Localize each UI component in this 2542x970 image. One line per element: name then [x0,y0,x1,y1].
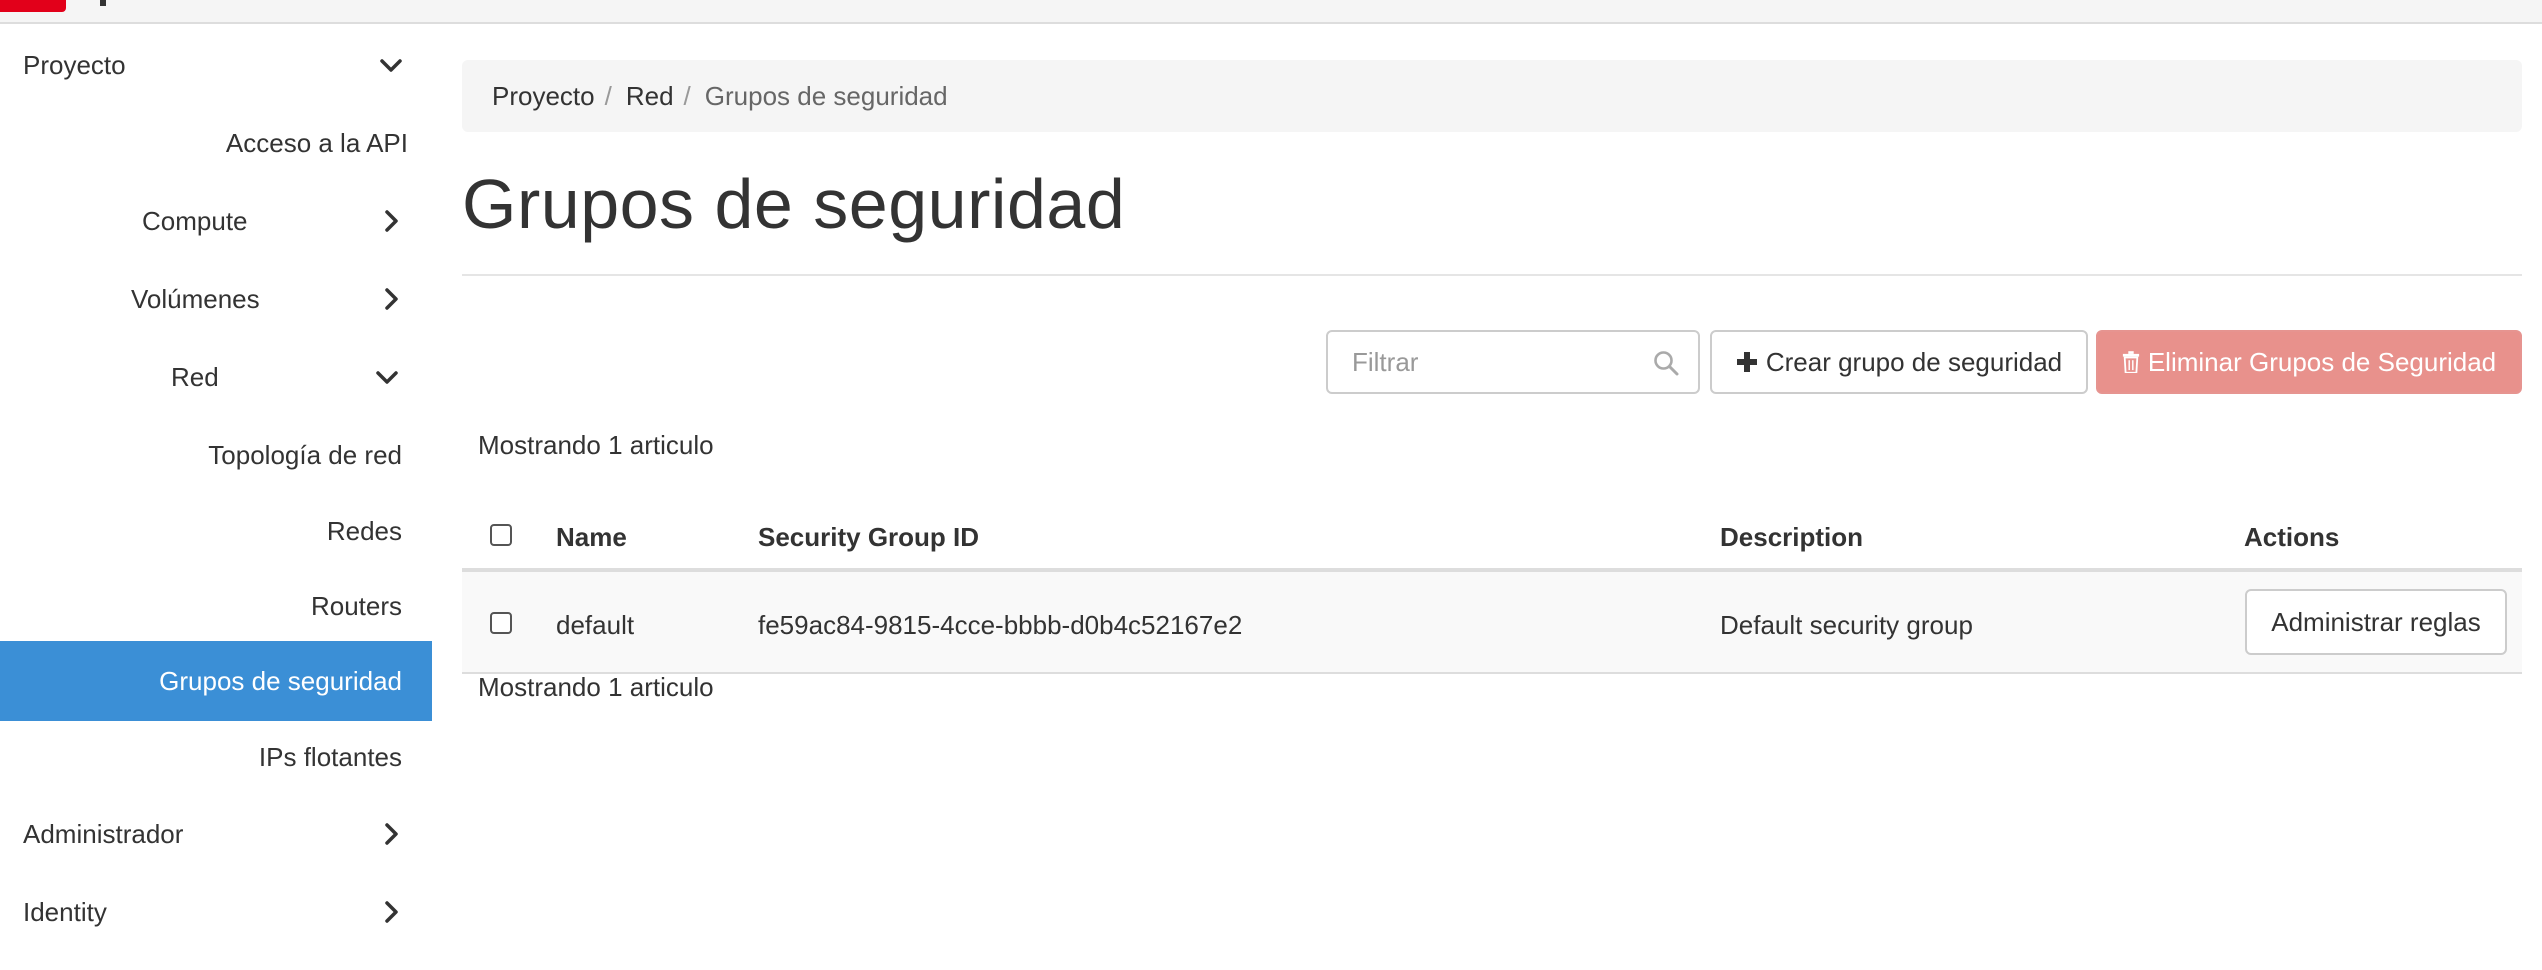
brand-text-fragment [100,0,106,6]
breadcrumb-separator: / [683,80,691,111]
filter-field [1326,330,1700,394]
column-header-description[interactable]: Description [1720,522,1863,553]
column-header-security-group-id[interactable]: Security Group ID [758,522,979,553]
create-button-label: Crear grupo de seguridad [1765,346,2063,377]
sidebar-item-proyecto[interactable]: Proyecto [0,26,432,104]
chevron-right-icon [378,821,404,847]
page-title: Grupos de seguridad [462,165,1126,243]
select-all-checkbox[interactable] [490,524,512,546]
sidebar-item-label: IPs flotantes [258,741,402,772]
sidebar-item-routers[interactable]: Routers [0,567,432,645]
row-security-group-id: fe59ac84-9815-4cce-bbbb-d0b4c52167e2 [758,610,1243,640]
table-row: default fe59ac84-9815-4cce-bbbb-d0b4c521… [462,572,2522,674]
sidebar-item-label: Red [171,361,219,392]
sidebar-item-identity[interactable]: Identity [0,873,432,951]
top-navbar [0,0,2542,24]
item-count-bottom: Mostrando 1 articulo [478,672,714,702]
chevron-down-icon [374,364,400,390]
sidebar-item-label: Identity [23,896,107,927]
sidebar-item-label: Redes [326,515,402,546]
sidebar-item-red[interactable]: Red [0,338,432,416]
sidebar-item-grupos-seguridad[interactable]: Grupos de seguridad [0,641,432,721]
sidebar-item-label: Topología de red [208,439,402,470]
chevron-right-icon [378,208,404,234]
trash-icon [2122,351,2140,373]
plus-icon [1736,351,1758,373]
sidebar-item-label: Acceso a la API [225,127,408,158]
row-description: Default security group [1720,610,1973,640]
row-name[interactable]: default [556,610,634,641]
sidebar-item-label: Proyecto [23,49,126,80]
sidebar-item-label: Routers [310,590,402,621]
breadcrumb-item-red[interactable]: Red [626,81,674,112]
search-icon[interactable] [1652,349,1680,377]
breadcrumb-item-proyecto[interactable]: Proyecto [492,81,595,112]
breadcrumb-item-current: Grupos de seguridad [704,80,948,111]
sidebar-item-label: Grupos de seguridad [159,665,402,696]
row-checkbox[interactable] [490,612,512,634]
column-header-name[interactable]: Name [556,522,627,553]
sidebar-item-volumenes[interactable]: Volúmenes [0,260,432,338]
sidebar-item-redes[interactable]: Redes [0,492,432,570]
column-header-actions: Actions [2244,522,2340,552]
breadcrumb-separator: / [604,80,612,111]
filter-input[interactable] [1328,332,1628,392]
main-content: Proyecto / Red / Grupos de seguridad Gru… [462,24,2522,970]
sidebar-item-label: Compute [142,205,248,236]
sidebar-item-administrador[interactable]: Administrador [0,795,432,873]
create-security-group-button[interactable]: Crear grupo de seguridad [1710,330,2088,394]
title-divider [462,274,2522,276]
delete-security-groups-button[interactable]: Eliminar Grupos de Seguridad [2096,330,2522,394]
breadcrumb: Proyecto / Red / Grupos de seguridad [462,60,2522,132]
chevron-right-icon [378,286,404,312]
sidebar-item-acceso-api[interactable]: Acceso a la API [0,104,432,182]
table-header: Name Security Group ID Description Actio… [462,484,2522,572]
brand-logo[interactable] [0,0,66,12]
delete-button-label: Eliminar Grupos de Seguridad [2147,346,2497,377]
sidebar-item-label: Administrador [23,818,184,849]
sidebar: Proyecto Acceso a la API Compute Volúmen… [0,24,432,970]
chevron-right-icon [378,899,404,925]
sidebar-item-compute[interactable]: Compute [0,182,432,260]
item-count-top: Mostrando 1 articulo [478,430,714,460]
manage-rules-button[interactable]: Administrar reglas [2245,589,2507,655]
sidebar-item-topologia[interactable]: Topología de red [0,416,432,494]
sidebar-item-ips-flotantes[interactable]: IPs flotantes [0,718,432,796]
sidebar-item-label: Volúmenes [131,283,260,314]
chevron-down-icon [378,52,404,78]
